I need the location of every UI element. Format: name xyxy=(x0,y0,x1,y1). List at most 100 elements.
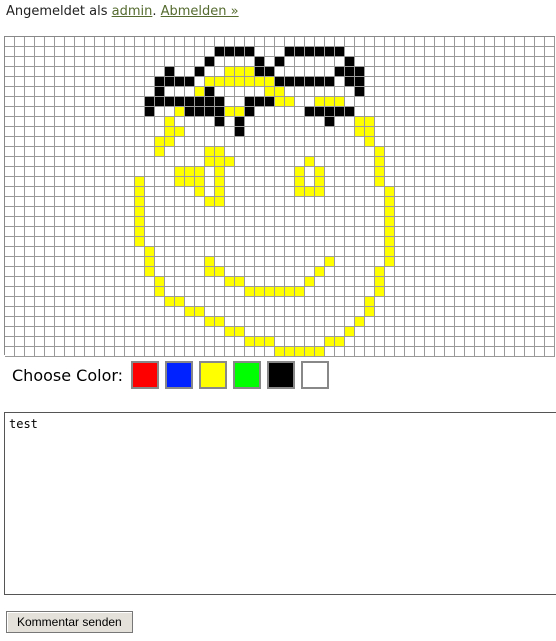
canvas-cell[interactable] xyxy=(75,297,85,307)
canvas-cell[interactable] xyxy=(365,207,375,217)
canvas-cell[interactable] xyxy=(355,187,365,197)
canvas-cell[interactable] xyxy=(335,317,345,327)
canvas-cell[interactable] xyxy=(545,287,555,297)
canvas-cell[interactable] xyxy=(445,127,455,137)
canvas-cell[interactable] xyxy=(115,267,125,277)
canvas-cell[interactable] xyxy=(155,37,165,47)
canvas-cell[interactable] xyxy=(475,97,485,107)
canvas-cell[interactable] xyxy=(245,47,255,57)
canvas-cell[interactable] xyxy=(385,177,395,187)
canvas-cell[interactable] xyxy=(475,287,485,297)
canvas-cell[interactable] xyxy=(185,67,195,77)
canvas-cell[interactable] xyxy=(535,327,545,337)
canvas-cell[interactable] xyxy=(315,287,325,297)
canvas-cell[interactable] xyxy=(285,67,295,77)
canvas-cell[interactable] xyxy=(225,167,235,177)
canvas-cell[interactable] xyxy=(155,117,165,127)
canvas-cell[interactable] xyxy=(155,147,165,157)
canvas-cell[interactable] xyxy=(445,187,455,197)
canvas-cell[interactable] xyxy=(475,257,485,267)
canvas-cell[interactable] xyxy=(265,57,275,67)
canvas-cell[interactable] xyxy=(275,177,285,187)
canvas-cell[interactable] xyxy=(195,197,205,207)
canvas-cell[interactable] xyxy=(495,227,505,237)
canvas-cell[interactable] xyxy=(105,77,115,87)
canvas-cell[interactable] xyxy=(415,127,425,137)
canvas-cell[interactable] xyxy=(495,37,505,47)
canvas-cell[interactable] xyxy=(215,277,225,287)
canvas-cell[interactable] xyxy=(355,307,365,317)
canvas-cell[interactable] xyxy=(485,207,495,217)
canvas-cell[interactable] xyxy=(395,87,405,97)
canvas-cell[interactable] xyxy=(95,187,105,197)
canvas-cell[interactable] xyxy=(245,297,255,307)
canvas-cell[interactable] xyxy=(35,177,45,187)
canvas-cell[interactable] xyxy=(535,187,545,197)
canvas-cell[interactable] xyxy=(165,327,175,337)
canvas-cell[interactable] xyxy=(125,157,135,167)
canvas-cell[interactable] xyxy=(515,47,525,57)
canvas-cell[interactable] xyxy=(315,107,325,117)
canvas-cell[interactable] xyxy=(325,37,335,47)
canvas-cell[interactable] xyxy=(285,217,295,227)
canvas-cell[interactable] xyxy=(425,77,435,87)
canvas-cell[interactable] xyxy=(225,217,235,227)
canvas-cell[interactable] xyxy=(105,227,115,237)
canvas-cell[interactable] xyxy=(315,337,325,347)
canvas-cell[interactable] xyxy=(325,247,335,257)
canvas-cell[interactable] xyxy=(525,227,535,237)
canvas-cell[interactable] xyxy=(425,167,435,177)
canvas-cell[interactable] xyxy=(75,287,85,297)
canvas-cell[interactable] xyxy=(35,307,45,317)
canvas-cell[interactable] xyxy=(225,327,235,337)
canvas-cell[interactable] xyxy=(25,267,35,277)
canvas-cell[interactable] xyxy=(265,187,275,197)
canvas-cell[interactable] xyxy=(385,147,395,157)
canvas-cell[interactable] xyxy=(435,167,445,177)
canvas-cell[interactable] xyxy=(135,47,145,57)
canvas-cell[interactable] xyxy=(285,227,295,237)
canvas-cell[interactable] xyxy=(525,97,535,107)
canvas-cell[interactable] xyxy=(155,287,165,297)
canvas-cell[interactable] xyxy=(205,157,215,167)
canvas-cell[interactable] xyxy=(425,117,435,127)
canvas-cell[interactable] xyxy=(265,217,275,227)
canvas-cell[interactable] xyxy=(95,157,105,167)
canvas-cell[interactable] xyxy=(285,177,295,187)
canvas-cell[interactable] xyxy=(495,247,505,257)
canvas-cell[interactable] xyxy=(45,187,55,197)
canvas-cell[interactable] xyxy=(365,287,375,297)
color-swatch-black[interactable] xyxy=(267,361,296,389)
canvas-cell[interactable] xyxy=(475,47,485,57)
canvas-cell[interactable] xyxy=(345,247,355,257)
canvas-cell[interactable] xyxy=(535,247,545,257)
canvas-cell[interactable] xyxy=(165,217,175,227)
canvas-cell[interactable] xyxy=(385,157,395,167)
canvas-cell[interactable] xyxy=(515,267,525,277)
canvas-cell[interactable] xyxy=(235,287,245,297)
canvas-cell[interactable] xyxy=(485,287,495,297)
canvas-cell[interactable] xyxy=(515,307,525,317)
color-swatch-blue[interactable] xyxy=(165,361,194,389)
canvas-cell[interactable] xyxy=(235,87,245,97)
canvas-cell[interactable] xyxy=(35,117,45,127)
canvas-cell[interactable] xyxy=(125,277,135,287)
canvas-cell[interactable] xyxy=(415,277,425,287)
canvas-cell[interactable] xyxy=(245,347,255,357)
canvas-cell[interactable] xyxy=(295,167,305,177)
canvas-cell[interactable] xyxy=(465,127,475,137)
canvas-cell[interactable] xyxy=(145,277,155,287)
canvas-cell[interactable] xyxy=(525,207,535,217)
canvas-cell[interactable] xyxy=(235,277,245,287)
canvas-cell[interactable] xyxy=(25,107,35,117)
canvas-cell[interactable] xyxy=(285,267,295,277)
canvas-cell[interactable] xyxy=(55,307,65,317)
canvas-cell[interactable] xyxy=(335,267,345,277)
canvas-cell[interactable] xyxy=(415,187,425,197)
canvas-cell[interactable] xyxy=(225,347,235,357)
canvas-cell[interactable] xyxy=(95,217,105,227)
canvas-cell[interactable] xyxy=(515,277,525,287)
canvas-cell[interactable] xyxy=(185,47,195,57)
canvas-cell[interactable] xyxy=(325,117,335,127)
canvas-cell[interactable] xyxy=(75,217,85,227)
